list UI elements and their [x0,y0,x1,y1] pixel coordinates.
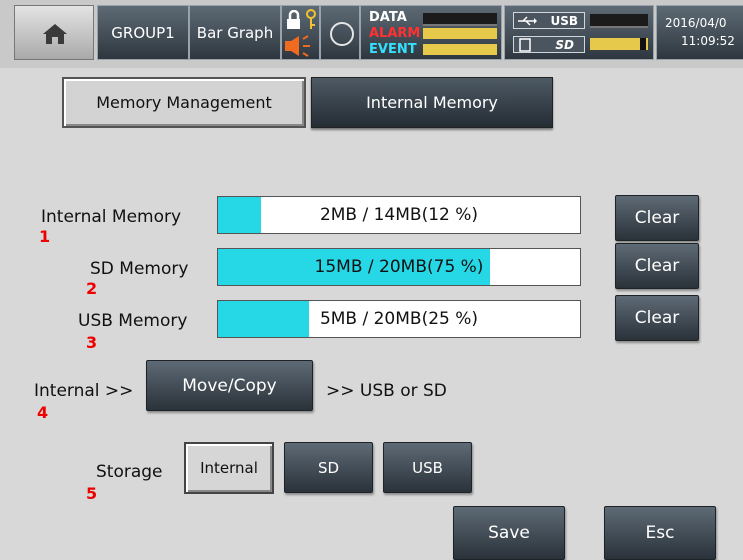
clear-sd-button[interactable]: Clear [615,243,699,289]
usb-icon [518,16,537,26]
sd-indicator: SD [513,36,585,53]
sd-card-icon [519,38,531,52]
media-status-panel: USB SD [504,5,654,60]
storage-internal-button[interactable]: Internal [184,442,274,494]
save-button[interactable]: Save [453,506,565,560]
usb-label: USB [550,14,578,28]
move-source-label: Internal >> [34,381,134,401]
ring-icon [330,22,354,46]
status-icons [281,5,320,60]
annotation-number-2: 2 [86,279,98,298]
clear-usb-button[interactable]: Clear [615,295,699,341]
usb-memory-usage: 5MB / 20MB(25 %) [319,309,479,329]
sd-memory-usage: 15MB / 20MB(75 %) [314,257,484,277]
usb-memory-label: USB Memory [78,311,188,331]
event-label: EVENT [369,42,417,57]
clear-internal-button[interactable]: Clear [615,195,699,241]
time-text: 11:09:52 [681,34,735,48]
usb-memory-bar: 5MB / 20MB(25 %) [217,300,581,338]
usb-meter [590,14,648,28]
sd-meter [590,38,648,50]
annotation-number-4: 4 [37,403,49,422]
group-button[interactable]: GROUP1 [97,5,189,60]
datetime-display: 2016/04/0 11:09:52 [656,5,743,60]
status-ring [320,5,360,60]
move-destination-label: >> USB or SD [326,381,447,401]
internal-memory-bar: 2MB / 14MB(12 %) [217,196,581,234]
sd-label: SD [555,38,574,52]
home-icon [43,24,67,44]
annotation-number-3: 3 [86,333,98,352]
view-button[interactable]: Bar Graph [189,5,281,60]
tab-memory-management[interactable]: Memory Management [62,77,306,128]
key-icon [306,9,316,29]
data-label: DATA [369,10,407,25]
sd-memory-label: SD Memory [90,259,189,279]
move-copy-button[interactable]: Move/Copy [146,360,313,411]
lock-icon [287,10,300,29]
alarm-label: ALARM [369,26,421,41]
tab-internal-memory[interactable]: Internal Memory [311,77,553,128]
data-alarm-event-panel: DATA ALARM EVENT [360,5,502,60]
usb-indicator: USB [513,12,585,29]
event-meter [423,44,497,55]
alarm-meter [423,28,497,39]
internal-memory-usage: 2MB / 14MB(12 %) [319,205,479,225]
annotation-number-5: 5 [86,484,98,503]
date-text: 2016/04/0 [665,16,727,30]
storage-usb-button[interactable]: USB [383,442,472,493]
sd-memory-bar: 15MB / 20MB(75 %) [217,248,581,286]
esc-button[interactable]: Esc [604,506,716,560]
storage-label: Storage [96,462,163,482]
data-meter [423,13,497,26]
annotation-number-1: 1 [39,227,51,246]
status-bar: GROUP1 Bar Graph DATA ALARM EVENT USB SD… [0,0,743,68]
home-button[interactable] [14,5,94,60]
speaker-icon [285,35,310,57]
storage-sd-button[interactable]: SD [284,442,373,493]
internal-memory-label: Internal Memory [41,207,182,227]
